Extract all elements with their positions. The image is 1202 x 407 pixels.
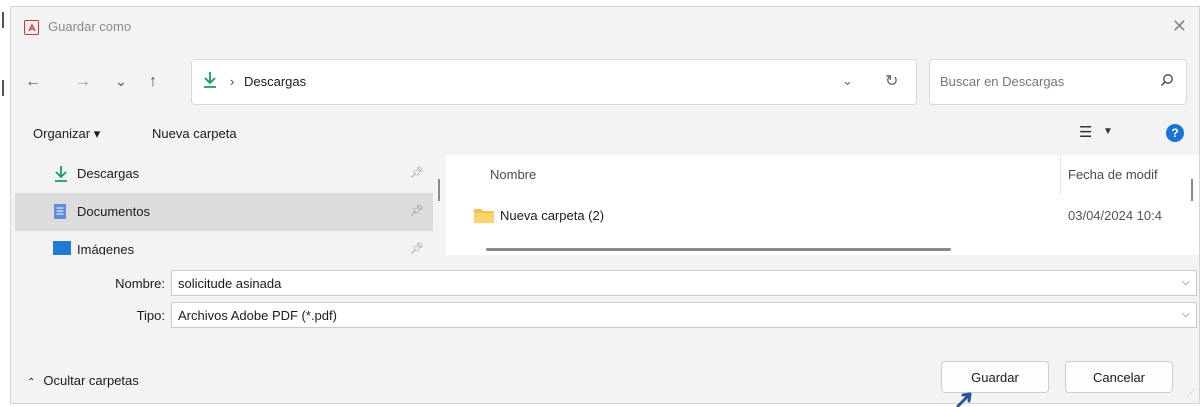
search-icon[interactable] [1160,73,1174,90]
forward-icon[interactable]: → [75,73,91,91]
title-bar: Guardar como ✕ [11,7,1199,47]
breadcrumb-separator: › [230,74,235,89]
vertical-scrollbar[interactable] [1191,179,1193,201]
horizontal-scrollbar[interactable] [486,248,951,251]
pdf-app-icon [24,20,39,35]
breadcrumb-location[interactable]: Descargas [244,74,306,89]
documents-icon [53,203,67,223]
download-icon [202,71,218,92]
images-icon [53,241,71,255]
back-icon[interactable]: ← [25,73,41,91]
refresh-icon[interactable]: ↻ [885,71,898,91]
pin-icon[interactable]: 📌︎ [410,242,424,255]
pointer-arrow-icon [956,392,972,407]
sidebar-item-imagenes[interactable]: Imágenes 📌︎ [15,231,433,255]
file-name-input[interactable]: solicitude asinada ⌵ [171,270,1197,296]
download-icon [53,165,69,186]
sidebar-item-descargas[interactable]: Descargas 📌︎ [15,155,433,193]
recent-icon[interactable]: ⌄ [115,73,127,90]
chevron-down-icon[interactable]: ⌵ [1182,308,1190,321]
type-label: Tipo: [136,308,165,323]
file-type-value: Archivos Adobe PDF (*.pdf) [178,308,337,323]
address-bar[interactable]: › Descargas ⌄ ↻ [191,59,917,105]
hide-folders-button[interactable]: ⌃ Ocultar carpetas [27,373,139,388]
cancel-button[interactable]: Cancelar [1065,361,1173,393]
folder-icon [474,208,494,227]
sidebar-item-label: Documentos [77,204,150,219]
name-label: Nombre: [115,276,165,291]
column-header-name[interactable]: Nombre [490,167,536,182]
help-icon[interactable]: ? [1166,124,1184,142]
window-title: Guardar como [48,19,132,34]
new-folder-button[interactable]: Nueva carpeta [152,126,237,141]
navigation-pane: Descargas 📌︎ Documentos 📌︎ Imágenes 📌︎ [11,155,441,255]
file-name[interactable]: Nueva carpeta (2) [500,208,604,223]
save-as-dialog: Guardar como ✕ ← → ⌄ ↑ › Descargas ⌄ ↻ B… [10,6,1200,404]
column-header-date[interactable]: Fecha de modif [1068,167,1158,182]
pin-icon[interactable]: 📌︎ [410,204,424,217]
up-icon[interactable]: ↑ [149,73,157,91]
file-name-value: solicitude asinada [178,276,282,291]
file-list: Nombre Fecha de modif Nueva carpeta (2) … [446,155,1199,255]
chevron-up-icon: ⌃ [27,377,36,388]
close-icon[interactable]: ✕ [1172,16,1187,37]
resize-grip[interactable]: ⋰ [1186,388,1195,399]
chevron-down-icon[interactable]: ⌵ [1182,276,1190,289]
sidebar-item-documentos[interactable]: Documentos 📌︎ [15,193,433,231]
sidebar-item-label: Imágenes [77,242,135,255]
organize-button[interactable]: Organizar ▾ [33,126,100,142]
column-divider[interactable] [1060,155,1061,195]
view-icon[interactable]: ☰ [1079,123,1092,141]
hide-folders-label: Ocultar carpetas [43,373,139,388]
sidebar-scrollbar[interactable] [438,179,440,201]
chevron-down-icon[interactable]: ⌄ [842,73,853,89]
sidebar-item-label: Descargas [77,166,140,181]
search-input[interactable]: Buscar en Descargas [929,59,1187,105]
edge-mark [2,12,4,28]
file-date: 03/04/2024 10:4 [1068,208,1162,223]
edge-mark [2,80,4,96]
chevron-down-icon[interactable]: ▼ [1103,126,1113,137]
file-type-select[interactable]: Archivos Adobe PDF (*.pdf) ⌵ [171,302,1197,328]
pin-icon[interactable]: 📌︎ [410,166,424,179]
search-placeholder: Buscar en Descargas [940,74,1065,89]
